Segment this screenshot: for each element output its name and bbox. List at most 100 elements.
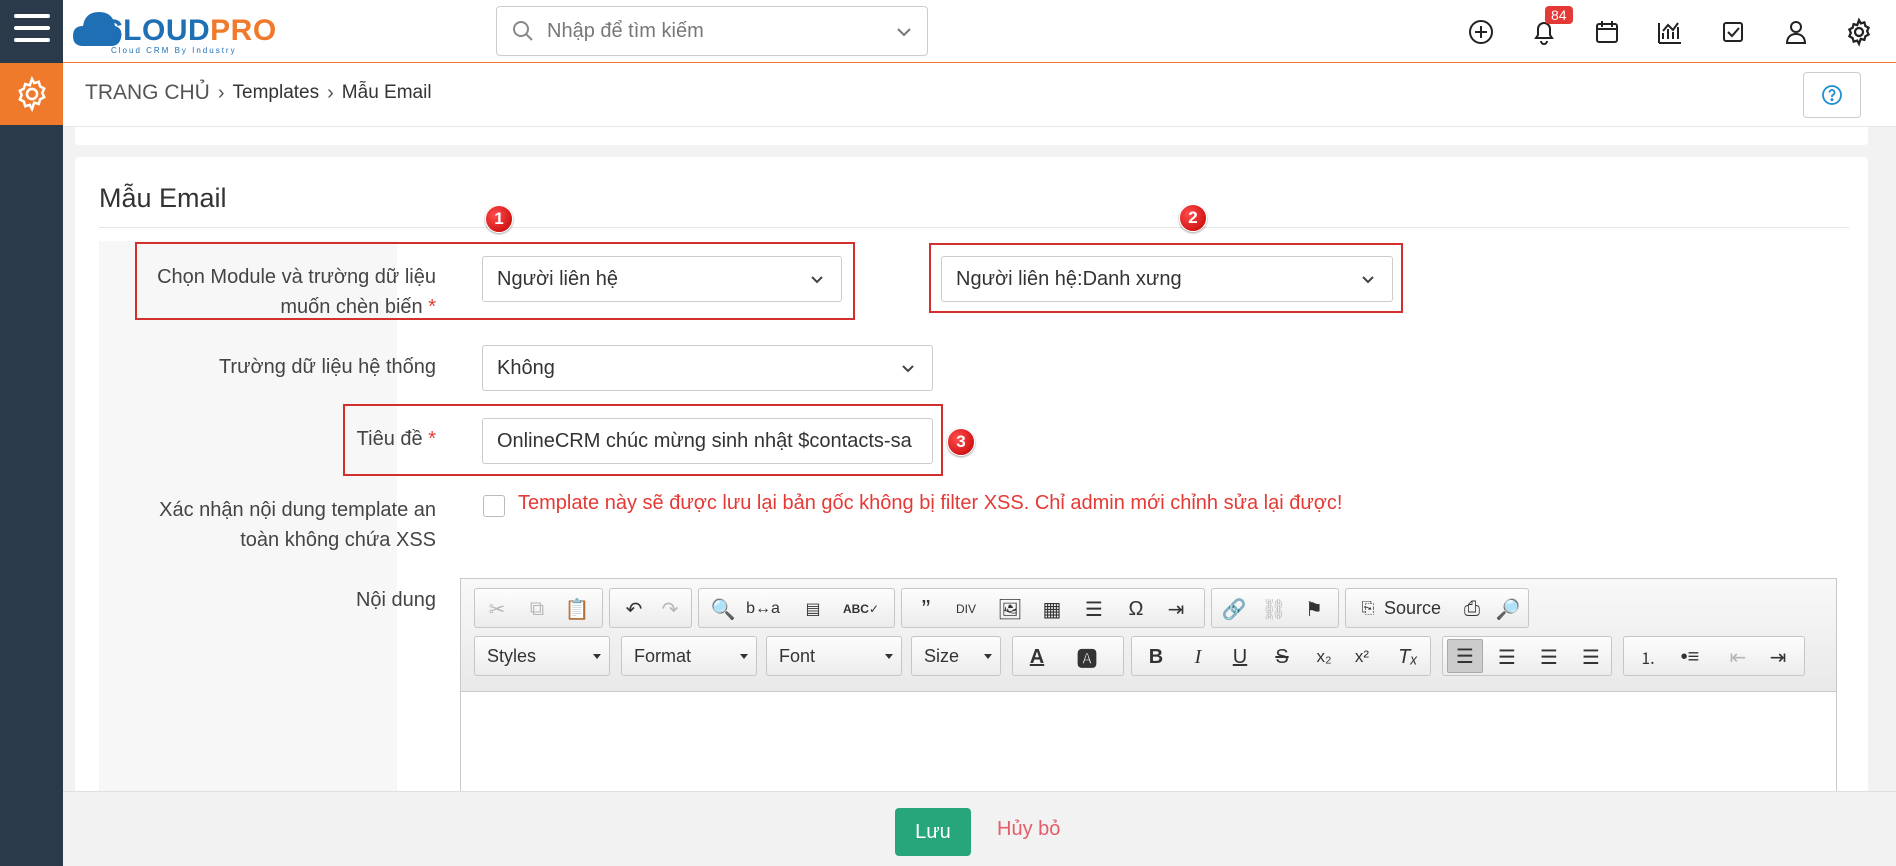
page-title: Mẫu Email [99,183,227,213]
indent-icon[interactable]: ⇥ [1764,643,1792,671]
source-group: ⎘ Source ⎙ 🔎 [1345,588,1529,628]
task-icon[interactable] [1718,17,1748,47]
spellcheck-icon[interactable]: ABC✓ [843,595,879,623]
left-rail [0,0,63,866]
help-icon [1822,85,1842,105]
remove-format-icon[interactable]: Tₓ [1394,643,1422,671]
templates-icon[interactable]: ⎙ [1458,595,1486,623]
global-search[interactable]: Nhập để tìm kiếm [496,6,928,56]
find-group: 🔍 b↔a ▤ ABC✓ [698,588,895,628]
chart-icon[interactable] [1655,17,1685,47]
gear-icon [17,75,46,113]
calendar-icon[interactable] [1592,17,1622,47]
page-break-icon[interactable]: ⇥ [1162,595,1190,623]
size-combo[interactable]: Size [911,636,1001,676]
annotation-box-1 [135,242,855,320]
add-icon[interactable] [1466,17,1496,47]
replace-icon[interactable]: b↔a [746,595,780,623]
breadcrumb-templates[interactable]: Templates [233,82,320,104]
notification-badge: 84 [1545,6,1573,24]
text-color-icon[interactable]: A [1023,643,1051,671]
image-icon[interactable]: 🖼 [996,595,1024,623]
annotation-marker-2: 2 [1179,204,1207,232]
logo-tagline: Cloud CRM By Industry [111,46,237,55]
breadcrumb-home[interactable]: TRANG CHỦ [85,81,210,105]
paste-icon[interactable]: 📋 [563,595,591,623]
content-label: Nội dung [355,589,436,611]
format-group: B I U S x₂ x² Tₓ [1131,636,1431,676]
align-left-icon[interactable]: ☰ [1447,639,1483,673]
preview-icon[interactable]: 🔎 [1494,595,1522,623]
help-button[interactable] [1803,72,1861,118]
breadcrumb-bar: TRANG CHỦ › Templates › Mẫu Email [63,63,1896,127]
link-icon[interactable]: 🔗 [1220,595,1248,623]
form-footer: Lưu Hủy bỏ [63,791,1896,866]
search-input[interactable]: Nhập để tìm kiếm [547,20,704,43]
bulleted-list-icon[interactable]: •≡ [1676,643,1704,671]
breadcrumb-separator: › [327,81,334,104]
color-group: A 🅰 [1012,636,1124,676]
subscript-icon[interactable]: x₂ [1310,643,1338,671]
chevron-down-icon [902,365,914,373]
select-all-icon[interactable]: ▤ [799,595,827,623]
horizontal-line-icon[interactable]: ☰ [1080,595,1108,623]
settings-icon[interactable] [1844,17,1874,47]
system-field-label: Trường dữ liệu hệ thống [218,356,436,378]
cloudpro-logo[interactable]: CLOUDPRO Cloud CRM By Industry [71,4,301,56]
align-group: ☰ ☰ ☰ ☰ [1442,636,1612,676]
save-button[interactable]: Lưu [895,808,971,856]
xss-confirm-label: Xác nhận nội dung template an toàn không… [159,499,436,551]
menu-icon[interactable] [14,14,50,46]
cancel-link[interactable]: Hủy bỏ [997,818,1060,841]
logo-wordmark: CLOUDPRO [101,14,277,47]
top-header: CLOUDPRO Cloud CRM By Industry Nhập để t… [63,0,1896,63]
styles-combo[interactable]: Styles [474,636,610,676]
annotation-box-2 [929,243,1403,313]
background-color-icon[interactable]: 🅰 [1073,643,1101,671]
anchor-flag-icon[interactable]: ⚑ [1300,595,1328,623]
undo-icon[interactable]: ↶ [620,595,648,623]
bold-icon[interactable]: B [1142,643,1170,671]
superscript-icon[interactable]: x² [1348,643,1376,671]
source-button[interactable]: Source [1384,598,1441,619]
undo-group: ↶ ↷ [609,588,692,628]
annotation-box-3 [343,404,943,476]
table-icon[interactable]: ▦ [1038,595,1066,623]
user-icon[interactable] [1781,17,1811,47]
link-group: 🔗 ⛓ ⚑ [1211,588,1339,628]
source-icon[interactable]: ⎘ [1354,595,1382,623]
breadcrumb: TRANG CHỦ › Templates › Mẫu Email [85,81,432,105]
app-root: CLOUDPRO Cloud CRM By Industry Nhập để t… [0,0,1896,866]
breadcrumb-current: Mẫu Email [341,82,432,103]
chevron-down-icon[interactable] [895,23,913,41]
redo-icon[interactable]: ↷ [656,595,684,623]
blockquote-icon[interactable]: ” [912,594,940,624]
justify-icon[interactable]: ☰ [1577,643,1605,671]
format-combo[interactable]: Format [621,636,757,676]
cut-icon[interactable]: ✂ [483,595,511,623]
breadcrumb-separator: › [217,81,225,104]
search-icon [513,21,533,41]
strikethrough-icon[interactable]: S [1268,643,1296,671]
clipboard-group: ✂ ⧉ 📋 [474,588,603,628]
divider [99,227,1849,228]
align-center-icon[interactable]: ☰ [1493,643,1521,671]
find-icon[interactable]: 🔍 [709,595,737,623]
copy-icon[interactable]: ⧉ [523,595,551,623]
insert-group: ” DIV 🖼 ▦ ☰ Ω ⇥ [901,588,1205,628]
underline-icon[interactable]: U [1226,643,1254,671]
xss-confirm-checkbox[interactable] [483,495,505,517]
div-icon[interactable]: DIV [952,595,980,623]
special-char-icon[interactable]: Ω [1122,595,1150,623]
align-right-icon[interactable]: ☰ [1535,643,1563,671]
italic-icon[interactable]: I [1184,643,1212,671]
unlink-icon[interactable]: ⛓ [1260,595,1288,623]
system-field-select[interactable]: Không [482,345,933,391]
settings-rail-button[interactable] [0,63,63,125]
font-combo[interactable]: Font [766,636,902,676]
xss-warning-text: Template này sẽ được lưu lại bản gốc khô… [518,492,1343,514]
numbered-list-icon[interactable]: ⒈ [1634,643,1662,671]
outdent-icon[interactable]: ⇤ [1724,643,1752,671]
annotation-marker-1: 1 [485,205,513,233]
editor-toolbar: ✂ ⧉ 📋 ↶ ↷ 🔍 b↔a ▤ ABC✓ ” DIV 🖼 ▦ ☰ Ω ⇥ 🔗… [461,579,1836,692]
